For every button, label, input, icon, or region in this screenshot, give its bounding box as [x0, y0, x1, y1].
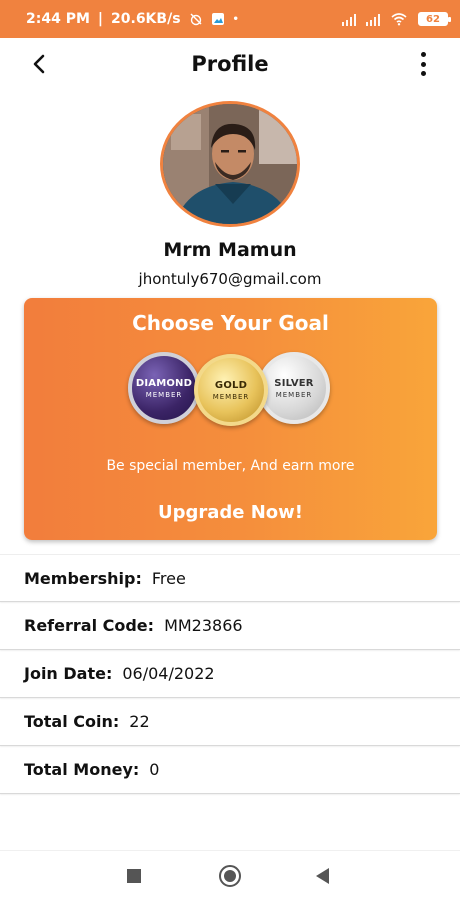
status-time: 2:44 PM	[26, 11, 90, 27]
nav-back-icon[interactable]	[316, 868, 329, 884]
diamond-member-badge: DIAMOND MEMBER	[128, 352, 200, 424]
medal-label: GOLD	[214, 379, 248, 391]
gold-member-badge: GOLD MEMBER	[194, 354, 268, 426]
info-label: Total Money:	[24, 760, 140, 779]
info-row-total-money: Total Money: 0	[0, 746, 460, 794]
status-bar: 2:44 PM | 20.6KB/s • 62	[0, 0, 460, 38]
upgrade-now-button[interactable]: Upgrade Now!	[144, 502, 317, 523]
medal-sub-label: MEMBER	[145, 390, 183, 399]
info-label: Referral Code:	[24, 616, 155, 635]
info-row-total-coin: Total Coin: 22	[0, 698, 460, 746]
profile-email: jhontuly670@gmail.com	[138, 270, 322, 288]
info-label: Membership:	[24, 568, 142, 588]
medal-sub-label: MEMBER	[275, 390, 313, 399]
medal-label: DIAMOND	[135, 377, 193, 389]
info-row-referral-code: Referral Code: MM23866	[0, 602, 460, 650]
membership-promo-card: Choose Your Goal DIAMOND MEMBER SILVER M…	[24, 298, 437, 540]
profile-photo	[163, 104, 297, 224]
promo-subtitle: Be special member, And earn more	[106, 458, 355, 474]
silver-member-badge: SILVER MEMBER	[258, 352, 330, 424]
info-value: Free	[151, 568, 186, 588]
page-title: Profile	[191, 52, 269, 76]
info-value: 06/04/2022	[122, 664, 215, 683]
alarm-off-icon	[190, 13, 202, 26]
info-row-join-date: Join Date: 06/04/2022	[0, 650, 460, 698]
signal-icon	[342, 13, 356, 26]
nav-home-icon[interactable]	[219, 865, 241, 887]
status-speed: 20.6KB/s	[111, 11, 181, 27]
promo-title: Choose Your Goal	[132, 311, 329, 335]
status-divider: |	[97, 11, 104, 27]
app-header: Profile	[0, 38, 460, 90]
info-label: Total Coin:	[24, 712, 120, 731]
gallery-icon	[211, 13, 224, 25]
notification-dot: •	[232, 13, 239, 25]
info-label: Join Date:	[24, 664, 113, 683]
medal-sub-label: MEMBER	[212, 392, 250, 401]
profile-name: Mrm Mamun	[163, 239, 297, 261]
profile-info-list: Membership: Free Referral Code: MM23866 …	[0, 554, 460, 794]
more-vert-icon[interactable]	[416, 52, 430, 76]
battery-icon: 62	[418, 12, 451, 26]
info-value: 22	[129, 712, 150, 731]
system-nav-bar	[0, 850, 460, 900]
nav-recents-icon[interactable]	[127, 869, 141, 883]
info-value: MM23866	[164, 616, 243, 635]
wifi-icon	[391, 13, 407, 26]
signal-icon-2	[366, 13, 380, 26]
back-arrow-icon[interactable]	[28, 52, 52, 76]
avatar	[160, 101, 300, 227]
info-value: 0	[149, 760, 160, 779]
info-row-membership: Membership: Free	[0, 554, 460, 602]
medal-label: SILVER	[274, 377, 314, 389]
